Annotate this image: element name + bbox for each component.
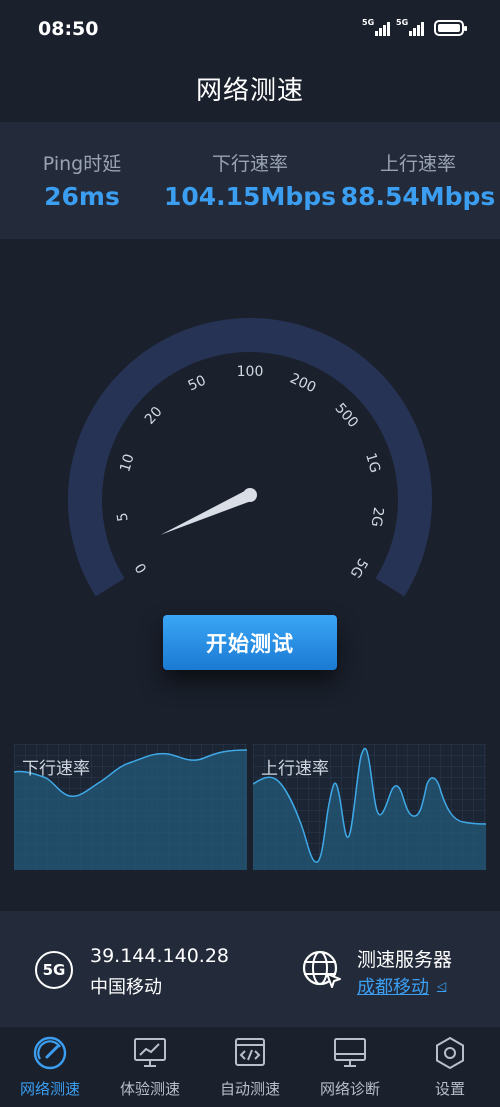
metric-label: 上行速率 — [380, 153, 457, 175]
gear-icon — [436, 1036, 464, 1070]
sim2-network-label: 5G — [396, 18, 409, 27]
carrier-name: 中国移动 — [90, 977, 162, 998]
page-title: 网络测速 — [195, 76, 304, 106]
server-select-link[interactable]: 成都移动 ◁ — [357, 973, 446, 999]
battery-icon — [434, 20, 467, 36]
metric-label: 下行速率 — [211, 153, 288, 175]
signal-1-icon: 5G — [362, 18, 390, 36]
gauge-tick-label: 50 — [186, 372, 209, 394]
gauge-tick-label: 5G — [347, 555, 371, 580]
start-test-button[interactable]: 开始测试 — [163, 615, 337, 670]
gauge-needle — [160, 489, 253, 535]
gauge-tick-label: 20 — [142, 404, 166, 428]
metric-value: 26ms — [44, 182, 120, 211]
nav-item-settings[interactable]: 设置 — [400, 1027, 500, 1107]
gauge-hub — [243, 488, 257, 502]
status-bar: 08:50 5G 5G — [0, 0, 500, 62]
nav-label: 网络测速 — [19, 1080, 80, 1098]
nav-item-experience-test[interactable]: 体验测速 — [100, 1027, 200, 1107]
nav-item-diagnosis[interactable]: 网络诊断 — [300, 1027, 400, 1107]
nav-label: 体验测速 — [119, 1080, 180, 1098]
speedometer-icon — [33, 1036, 67, 1070]
caret-left-icon: ◁ — [437, 979, 447, 993]
globe-icon — [302, 950, 341, 988]
metric-download: 下行速率 104.15Mbps — [164, 122, 336, 239]
speed-graphs: 下行速率 上行速率 — [13, 744, 487, 870]
signal-2-icon: 5G — [396, 18, 424, 36]
code-window-icon — [235, 1038, 265, 1066]
ip-address: 39.144.140.28 — [90, 945, 230, 967]
nav-label: 自动测速 — [219, 1080, 280, 1098]
nav-label: 设置 — [434, 1080, 465, 1098]
monitor-chart-icon — [134, 1038, 166, 1067]
server-name: 成都移动 — [357, 977, 429, 998]
upload-graph: 上行速率 — [252, 744, 487, 870]
nav-item-auto-test[interactable]: 自动测速 — [200, 1027, 300, 1107]
gauge-tick-label: 5 — [115, 511, 132, 522]
gauge-svg: 0 5 10 20 50 100 200 5001G 2G 5G — [68, 318, 432, 597]
network-type-badge: 5G — [35, 951, 73, 989]
download-graph: 下行速率 — [13, 744, 248, 870]
download-graph-label: 下行速率 — [22, 759, 90, 779]
gauge-tick-label: 2G — [368, 506, 386, 528]
gauge-tick-label: 10 — [117, 452, 137, 474]
status-time: 08:50 — [38, 18, 99, 40]
gauge-tick-label: 100 — [237, 364, 264, 380]
gauge-ticks: 0 5 10 20 50 100 200 5001G 2G 5G — [115, 364, 387, 580]
metric-value: 88.54Mbps — [340, 182, 496, 211]
bottom-nav: 网络测速 体验测速 自动测速 网络诊断 设置 — [0, 1027, 500, 1107]
metric-value: 104.15Mbps — [163, 182, 337, 211]
metrics-panel: Ping时延 26ms 下行速率 104.15Mbps 上行速率 88.54Mb… — [0, 122, 500, 239]
gauge-tick-label: 0 — [132, 560, 150, 576]
nav-label: 网络诊断 — [319, 1080, 380, 1098]
metric-ping: Ping时延 26ms — [0, 122, 164, 239]
gauge-tick-label: 1G — [362, 451, 383, 475]
monitor-icon — [334, 1038, 366, 1067]
sim1-network-label: 5G — [362, 18, 375, 27]
metric-label: Ping时延 — [42, 153, 122, 175]
speed-gauge: 0 5 10 20 50 100 200 500 1G 2G 5G — [0, 290, 500, 600]
server-title: 测速服务器 — [357, 949, 453, 971]
gauge-tick-label: 200 — [287, 371, 318, 397]
nav-item-speed-test[interactable]: 网络测速 — [0, 1027, 100, 1107]
upload-graph-label: 上行速率 — [261, 759, 329, 779]
status-icons: 5G 5G — [362, 18, 467, 36]
metric-upload: 上行速率 88.54Mbps — [336, 122, 500, 239]
gauge-tick-label: 500 — [331, 400, 361, 431]
